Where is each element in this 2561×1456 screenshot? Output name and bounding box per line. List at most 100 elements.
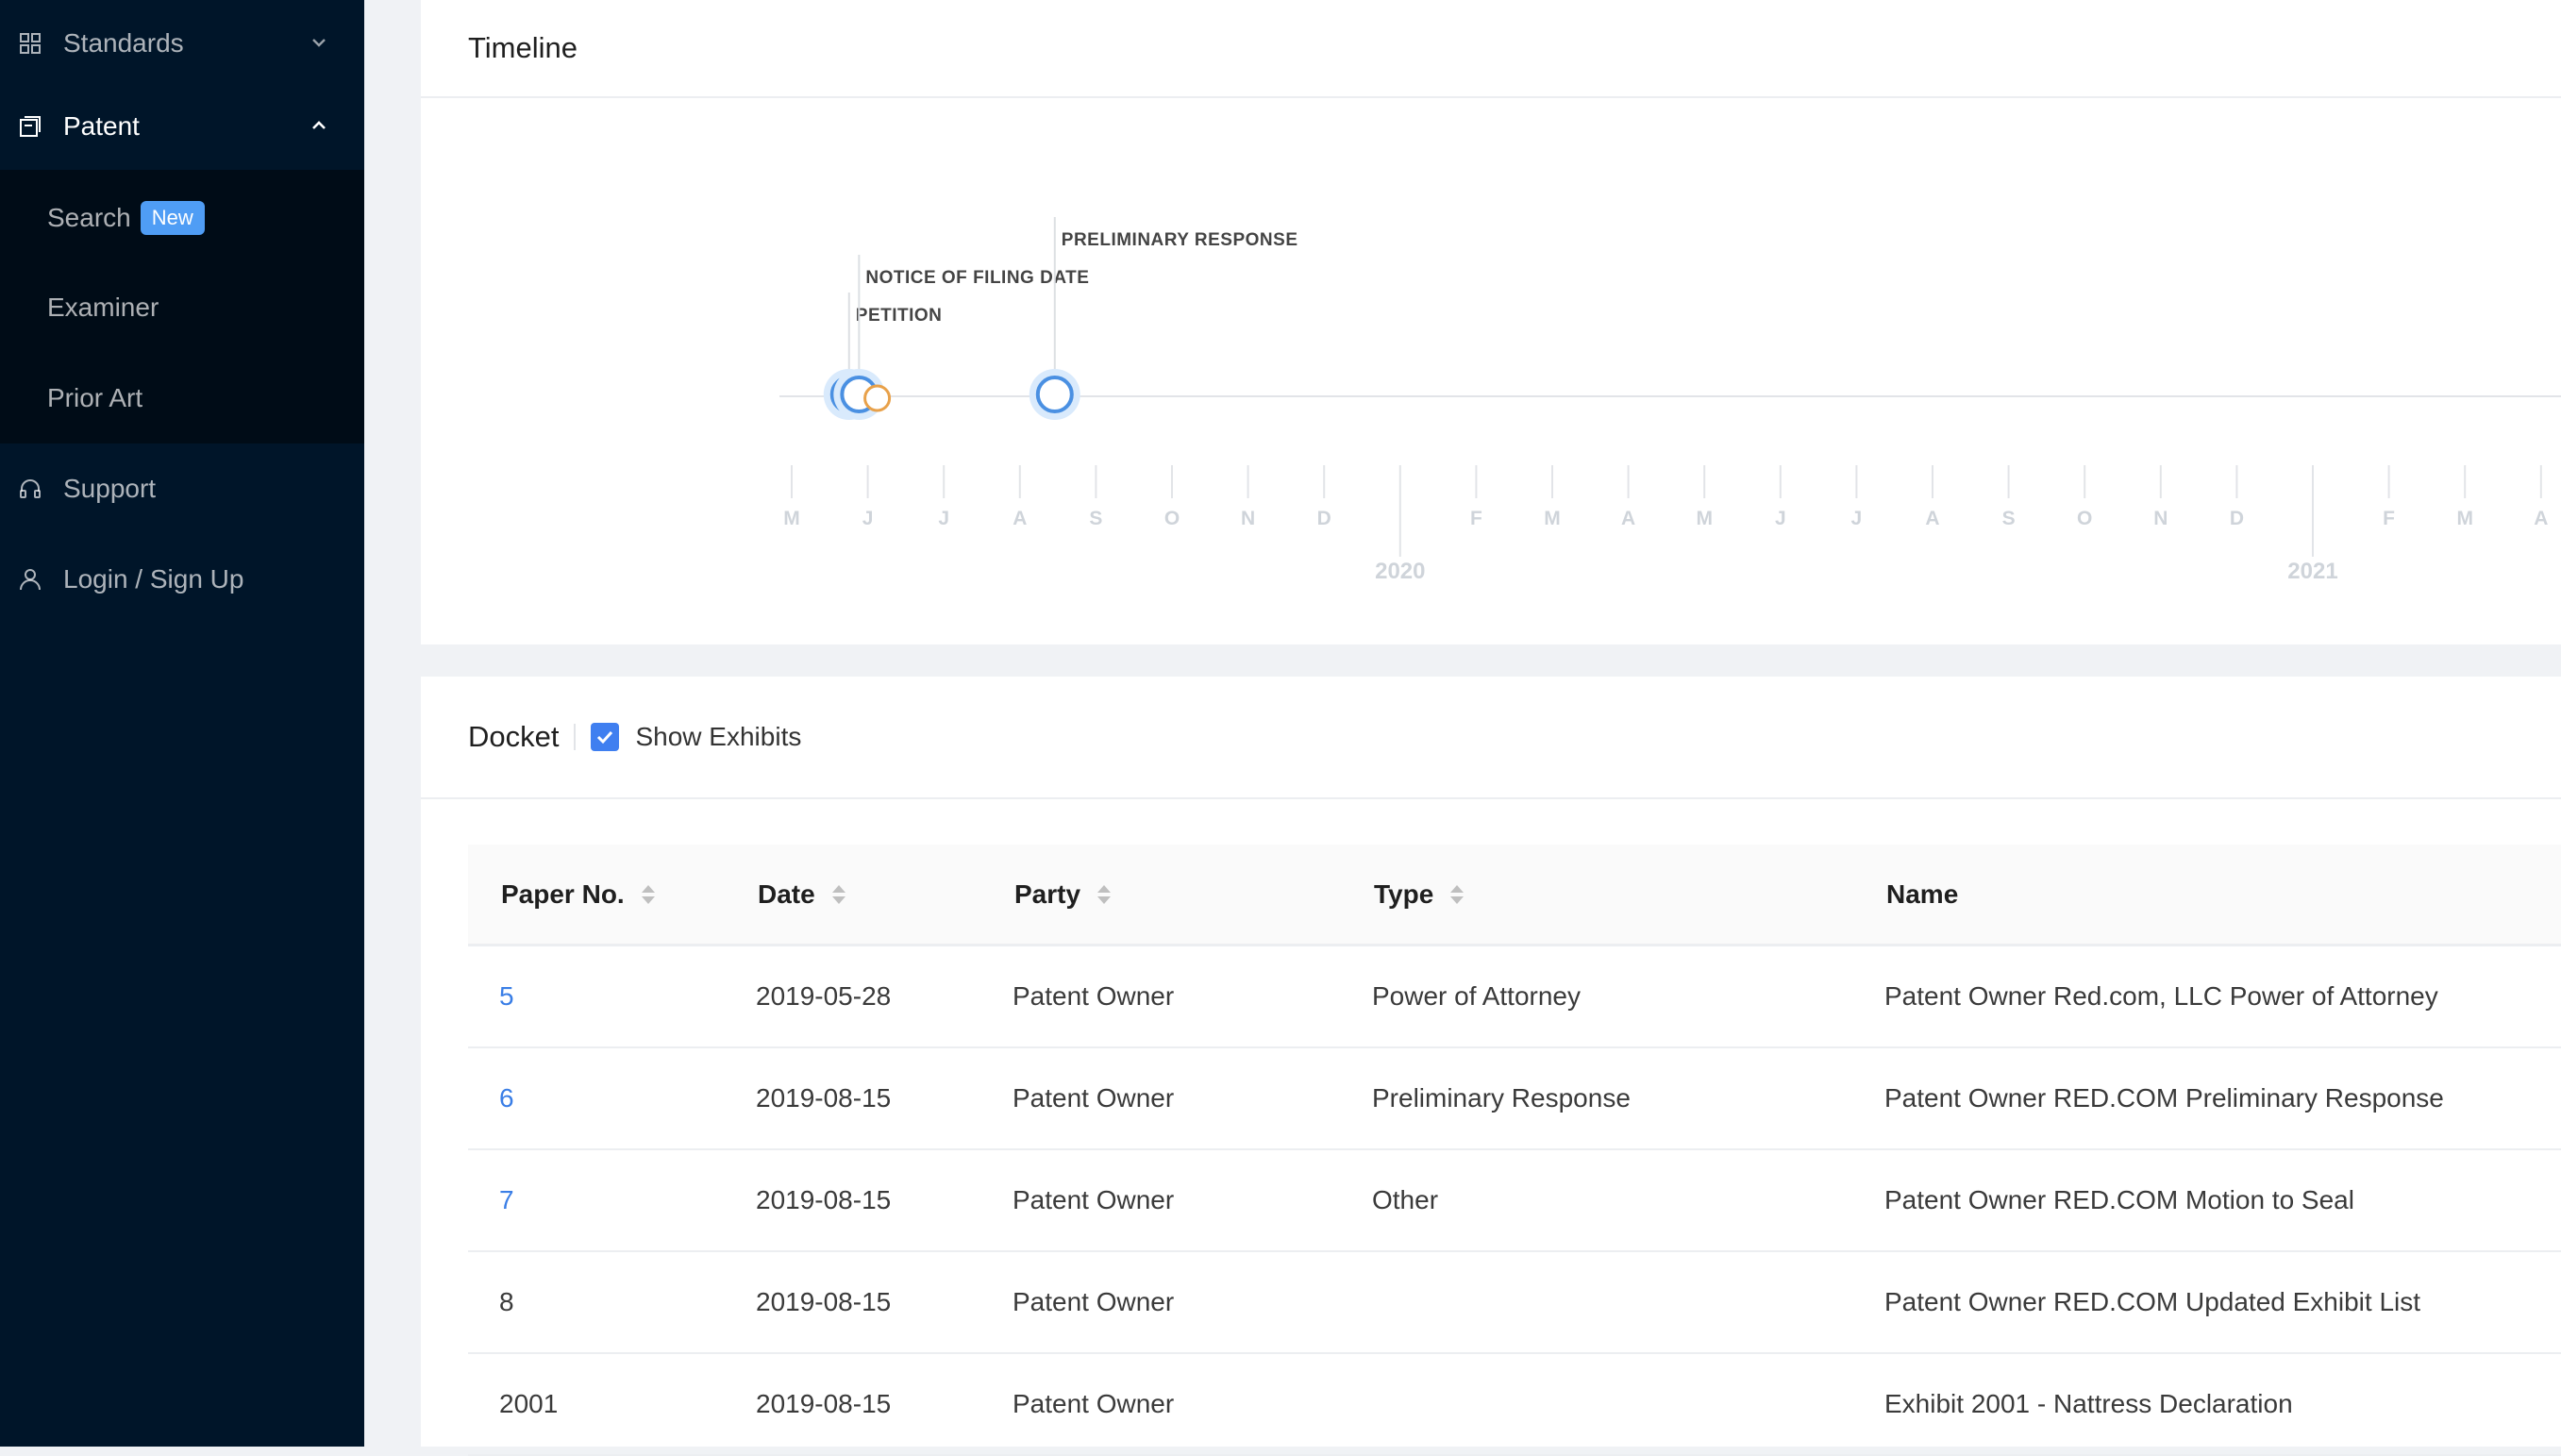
cell-party: Patent Owner: [1013, 1083, 1175, 1113]
month-tick-label: N: [1241, 508, 1255, 529]
month-tick-label: A: [1621, 508, 1635, 529]
sidebar-item-label: Examiner: [47, 293, 159, 322]
cell-date: 2019-08-15: [756, 1287, 892, 1316]
cell-name: Patent Owner RED.COM Preliminary Respons…: [1884, 1083, 2444, 1113]
cell-name: Exhibit 2001 - Nattress Declaration: [1884, 1389, 2293, 1418]
sidebar-item-label: Prior Art: [47, 383, 143, 412]
event-label: PRELIMINARY RESPONSE: [1062, 230, 1298, 250]
show-exhibits-checkbox[interactable]: [591, 723, 620, 751]
month-tick-label: M: [783, 508, 800, 529]
cell-paper[interactable]: 7: [499, 1150, 514, 1250]
cell-paper: 8: [499, 1287, 514, 1316]
event-label: PETITION: [856, 306, 943, 326]
table-row: 6 2019-08-15 Patent Owner Preliminary Respo…: [468, 1048, 2561, 1150]
month-tick-label: D: [1317, 508, 1331, 529]
table-header: Paper No. Date Party Type Name: [468, 845, 2561, 946]
cell-paper[interactable]: 5: [499, 946, 514, 1046]
month-tick-label: J: [1775, 508, 1786, 529]
header-divider: [574, 724, 577, 750]
month-tick-label: M: [1544, 508, 1561, 529]
month-tick-label: F: [1470, 508, 1482, 529]
cell-name: Patent Owner Red.com, LLC Power of Attor…: [1884, 981, 2438, 1011]
cell-party: Patent Owner: [1013, 1185, 1175, 1214]
headset-icon: [16, 475, 44, 503]
user-icon: [16, 565, 44, 594]
column-label: Type: [1374, 879, 1434, 909]
cell-paper[interactable]: 6: [499, 1048, 514, 1148]
table-row: 2001 2019-08-15 Patent Owner Exhibit 2001 -…: [468, 1354, 2561, 1456]
cell-type: Power of Attorney: [1372, 981, 1582, 1011]
month-tick-label: S: [1089, 508, 1102, 529]
table-row: 5 2019-05-28 Patent Owner Power of Attorney…: [468, 946, 2561, 1048]
timeline-card: Timeline M J J A S O N D 2020 F M A M J J A S O N D 2021 F M A …: [421, 0, 2561, 644]
cell-party: Patent Owner: [1013, 1287, 1175, 1316]
column-label: Name: [1886, 879, 1959, 909]
cell-type: Preliminary Response: [1372, 1083, 1631, 1113]
sidebar-item-login[interactable]: Login / Sign Up: [0, 536, 364, 623]
sidebar-item-examiner[interactable]: Examiner: [0, 264, 364, 351]
cell-type: Other: [1372, 1185, 1439, 1214]
sidebar-item-label: Standards: [63, 28, 184, 58]
check-icon: [597, 730, 613, 745]
event-marker[interactable]: [863, 384, 892, 412]
cell-party: Patent Owner: [1013, 981, 1175, 1011]
sidebar-item-patent[interactable]: Patent: [0, 83, 364, 170]
cell-date: 2019-05-28: [756, 981, 892, 1011]
docket-table: Paper No. Date Party Type Name 5 2019-05-…: [468, 845, 2561, 1456]
column-header-party[interactable]: Party: [1014, 845, 1112, 944]
column-header-paper-no[interactable]: Paper No.: [501, 845, 655, 944]
sidebar-item-label: Search: [47, 203, 131, 232]
month-tick-label: A: [1013, 508, 1027, 529]
sort-icon[interactable]: [831, 884, 845, 904]
column-label: Paper No.: [501, 879, 625, 909]
sidebar-item-label: Login / Sign Up: [63, 564, 244, 594]
show-exhibits-label[interactable]: Show Exhibits: [635, 722, 801, 752]
column-header-type[interactable]: Type: [1374, 845, 1465, 944]
sort-icon[interactable]: [641, 884, 655, 904]
docket-card: Docket Show Exhibits Paper No. Date Part…: [421, 677, 2561, 1456]
chevron-down-icon: [306, 29, 332, 56]
grid-icon: [16, 29, 44, 58]
sidebar-item-support[interactable]: Support: [0, 445, 364, 532]
sidebar-item-standards[interactable]: Standards: [0, 0, 364, 87]
column-header-name: Name: [1886, 845, 1958, 944]
year-tick-label: 2020: [1375, 559, 1425, 584]
cell-date: 2019-08-15: [756, 1389, 892, 1418]
docket-title: Docket: [468, 720, 560, 753]
table-row: 8 2019-08-15 Patent Owner Patent Owner RED.…: [468, 1252, 2561, 1354]
event-label: NOTICE OF FILING DATE: [865, 268, 1089, 288]
sort-icon[interactable]: [1097, 884, 1112, 904]
table-row: 7 2019-08-15 Patent Owner Other Patent Owner…: [468, 1150, 2561, 1252]
column-header-date[interactable]: Date: [758, 845, 845, 944]
event-marker[interactable]: [1035, 376, 1074, 413]
chevron-up-icon: [306, 112, 332, 139]
month-tick-label: J: [1851, 508, 1863, 529]
column-label: Party: [1014, 879, 1081, 909]
cell-party: Patent Owner: [1013, 1389, 1175, 1418]
new-badge: New: [140, 201, 205, 235]
month-tick-label: S: [2002, 508, 2016, 529]
timeline-chart: M J J A S O N D 2020 F M A M J J A S O N D 2021 F M A PETITION N…: [779, 217, 2561, 584]
docket-header: Docket Show Exhibits: [421, 677, 2561, 799]
patent-submenu: Search New Examiner Prior Art: [0, 170, 364, 443]
sidebar-item-prior-art[interactable]: Prior Art: [0, 355, 364, 442]
month-tick-label: D: [2230, 508, 2244, 529]
month-tick-label: J: [862, 508, 874, 529]
cell-date: 2019-08-15: [756, 1083, 892, 1113]
month-tick-label: A: [1925, 508, 1939, 529]
sidebar-item-search[interactable]: Search New: [0, 175, 364, 261]
sidebar-item-label: Patent: [63, 111, 140, 141]
sort-icon[interactable]: [1450, 884, 1465, 904]
month-tick-label: J: [938, 508, 949, 529]
sidebar: Standards Patent Search New Examiner Pri…: [0, 0, 364, 1447]
cell-date: 2019-08-15: [756, 1185, 892, 1214]
sidebar-item-label: Support: [63, 474, 157, 503]
month-tick-label: M: [1696, 508, 1713, 529]
month-tick-label: F: [2383, 508, 2395, 529]
month-tick-label: O: [1164, 508, 1180, 529]
cell-name: Patent Owner RED.COM Motion to Seal: [1884, 1185, 2354, 1214]
cell-name: Patent Owner RED.COM Updated Exhibit Lis…: [1884, 1287, 2421, 1316]
cell-paper: 2001: [499, 1389, 559, 1418]
month-tick-label: M: [2456, 508, 2473, 529]
month-tick-label: O: [2077, 508, 2092, 529]
